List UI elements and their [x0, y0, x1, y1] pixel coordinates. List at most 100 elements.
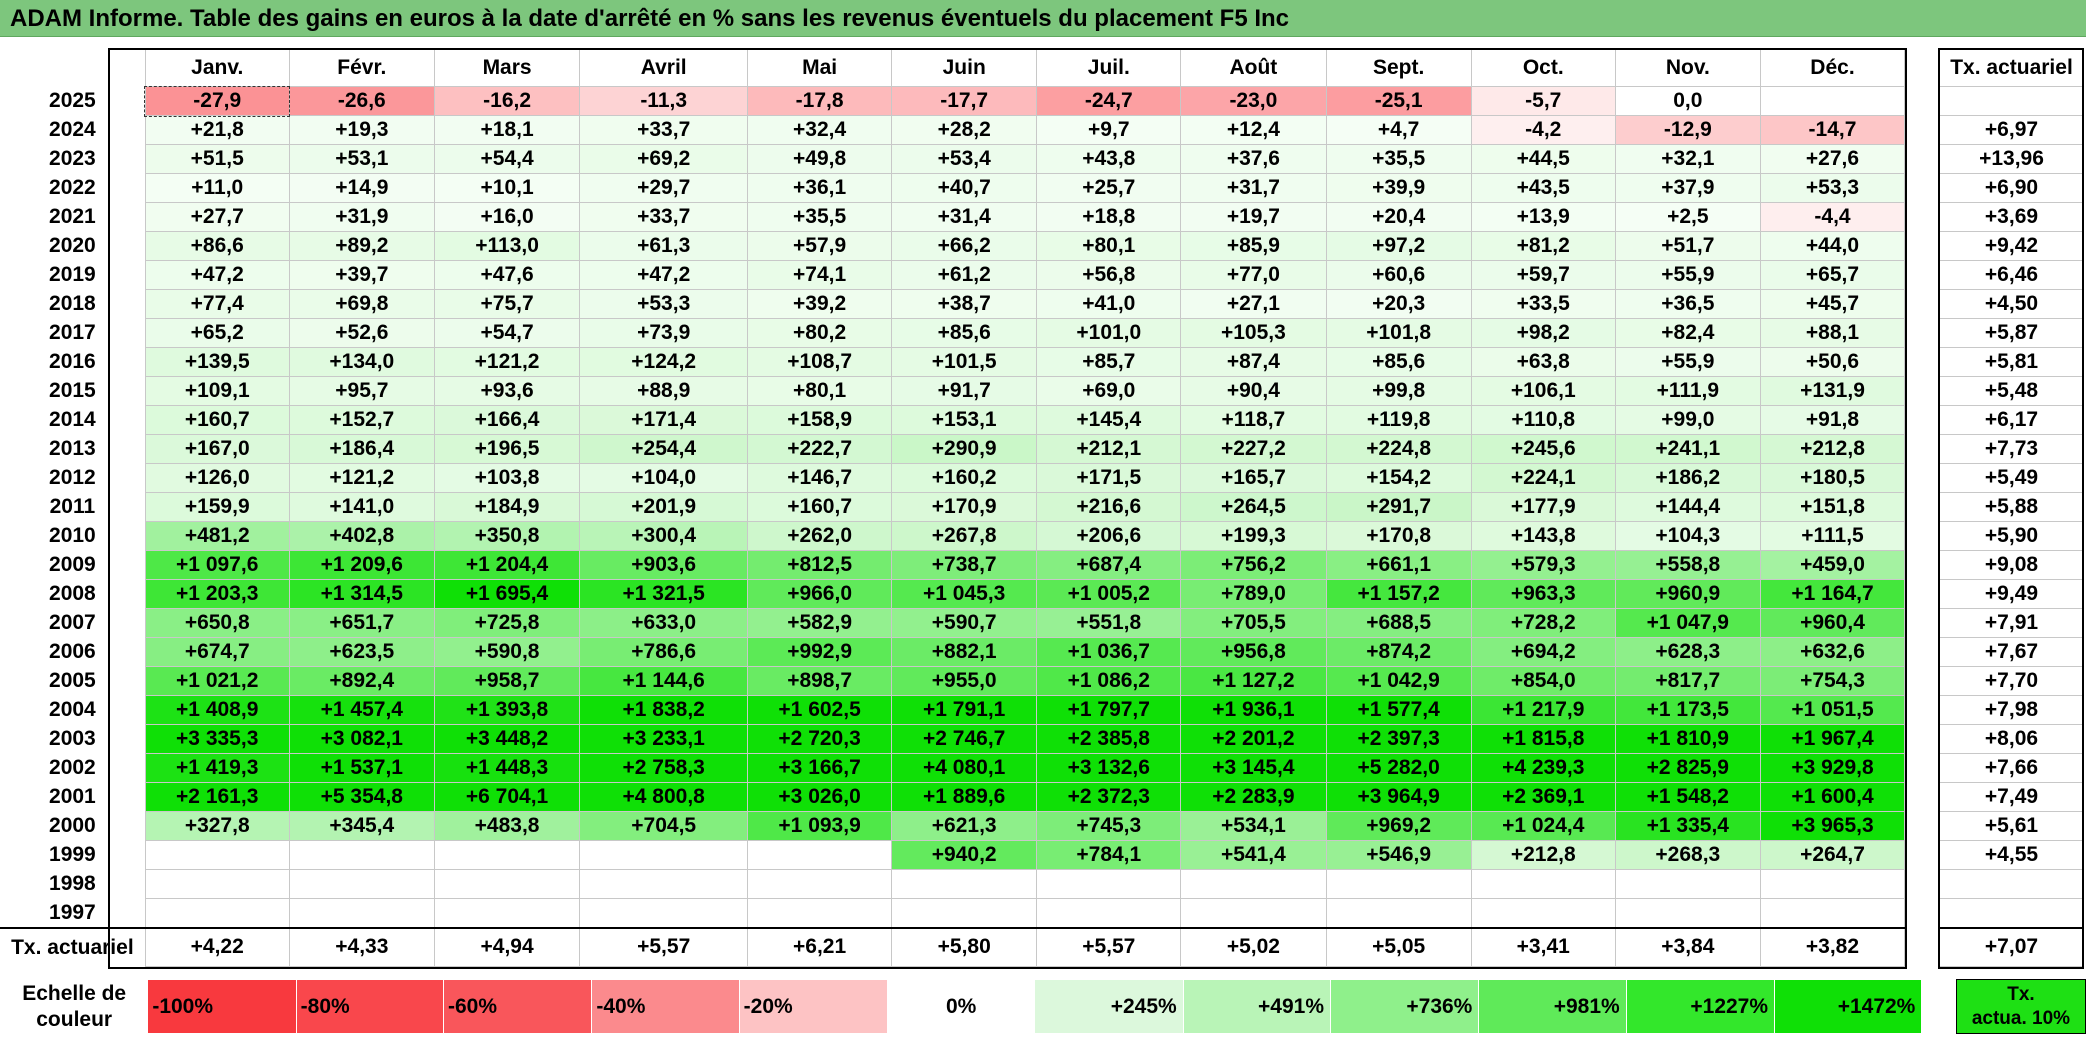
- gain-cell: +1 047,9: [1614, 608, 1761, 638]
- rate-cell: +13,96: [1939, 144, 2084, 174]
- gain-cell: +111,5: [1759, 521, 1906, 551]
- gain-cell: +39,9: [1325, 173, 1472, 203]
- rate-cell: +3,69: [1939, 202, 2084, 232]
- gain-cell: +33,7: [579, 115, 749, 145]
- gain-cell: +1 936,1: [1180, 695, 1327, 725]
- year-label: 2018: [49, 292, 96, 315]
- gain-cell: +267,8: [891, 521, 1038, 551]
- month-header: Mars: [433, 48, 581, 87]
- gain-cell: +1 408,9: [144, 695, 290, 725]
- gain-cell: +3 929,8: [1759, 753, 1906, 783]
- gain-cell: +1 164,7: [1759, 579, 1906, 609]
- rate-cell: +8,06: [1939, 724, 2084, 754]
- gain-cell: [1759, 898, 1906, 928]
- gain-cell: [288, 840, 435, 870]
- gain-cell: +2 161,3: [144, 782, 290, 812]
- total-cell: +5,57: [1036, 926, 1182, 967]
- gain-cell: +158,9: [747, 405, 893, 435]
- gain-cell: +590,8: [433, 637, 581, 667]
- gain-cell: +224,8: [1325, 434, 1472, 464]
- gain-cell: +2 385,8: [1036, 724, 1182, 754]
- gain-cell: +1 335,4: [1614, 811, 1761, 841]
- gain-cell: +36,5: [1614, 289, 1761, 319]
- gain-cell: +80,1: [1036, 231, 1182, 261]
- side-header-row: Tx. actuariel: [1939, 48, 2084, 87]
- gain-cell: +2 720,3: [747, 724, 893, 754]
- gain-cell: +66,2: [891, 231, 1038, 261]
- gain-cell: [1325, 898, 1472, 928]
- gain-cell: +166,4: [433, 405, 581, 435]
- gain-cell: -12,9: [1614, 115, 1761, 145]
- month-header: Juil.: [1036, 48, 1182, 87]
- year-label: 2022: [49, 176, 96, 199]
- gain-cell: +903,6: [579, 550, 749, 580]
- gain-cell: +109,1: [144, 376, 290, 406]
- gain-cell: +3 082,1: [288, 724, 435, 754]
- gain-cell: +1 457,4: [288, 695, 435, 725]
- totals-label: Tx. actuariel: [0, 926, 146, 967]
- gain-cell: +534,1: [1180, 811, 1327, 841]
- gain-cell: +170,8: [1325, 521, 1472, 551]
- gain-cell: +19,3: [288, 115, 435, 145]
- gain-cell: +60,6: [1325, 260, 1472, 290]
- rate-cell: +5,88: [1939, 492, 2084, 522]
- gain-cell: [433, 898, 581, 928]
- gain-cell: +47,2: [579, 260, 749, 290]
- gain-cell: +2 283,9: [1180, 782, 1327, 812]
- gain-cell: +32,1: [1614, 144, 1761, 174]
- scale-label-line2: couleur: [36, 1007, 113, 1031]
- gain-cell: +1 810,9: [1614, 724, 1761, 754]
- rate-cell: [1939, 86, 2084, 116]
- gain-cell: [288, 869, 435, 899]
- gain-cell: [288, 898, 435, 928]
- scale-label: Echelle de couleur: [0, 979, 149, 1034]
- rate-cell: +6,46: [1939, 260, 2084, 290]
- gain-cell: +171,5: [1036, 463, 1182, 493]
- gain-cell: +1 093,9: [747, 811, 893, 841]
- gain-cell: +254,4: [579, 434, 749, 464]
- scale-rate-swatch: Tx. actua. 10%: [1955, 979, 2086, 1034]
- gain-cell: +88,9: [579, 376, 749, 406]
- gain-cell: +29,7: [579, 173, 749, 203]
- gain-cell: [1759, 86, 1906, 116]
- gain-cell: +1 045,3: [891, 579, 1038, 609]
- gain-cell: +650,8: [144, 608, 290, 638]
- gain-cell: +1 791,1: [891, 695, 1038, 725]
- gain-cell: +85,7: [1036, 347, 1182, 377]
- gain-cell: +165,7: [1180, 463, 1327, 493]
- year-label: 2013: [49, 437, 96, 460]
- gain-cell: +85,9: [1180, 231, 1327, 261]
- gain-cell: +1 889,6: [891, 782, 1038, 812]
- gain-cell: +85,6: [1325, 347, 1472, 377]
- gain-cell: +38,7: [891, 289, 1038, 319]
- gain-cell: +1 024,4: [1470, 811, 1616, 841]
- gain-cell: -17,8: [747, 86, 893, 116]
- scale-step: +491%: [1182, 979, 1332, 1034]
- gain-cell: +63,8: [1470, 347, 1616, 377]
- gain-cell: [144, 898, 290, 928]
- table-row: 2003 +3 335,3 +3 082,1 +3 448,2 +3 233,1 +2 7…: [0, 724, 1906, 754]
- gain-cell: +1 600,4: [1759, 782, 1906, 812]
- gain-cell: +5 282,0: [1325, 753, 1472, 783]
- gain-cell: +1 203,3: [144, 579, 290, 609]
- gain-cell: +898,7: [747, 666, 893, 696]
- gain-cell: +241,1: [1614, 434, 1761, 464]
- scale-step: +1227%: [1625, 979, 1776, 1034]
- gain-cell: +39,7: [288, 260, 435, 290]
- year-label: 2001: [49, 785, 96, 808]
- gain-cell: +82,4: [1614, 318, 1761, 348]
- gain-cell: +2 397,3: [1325, 724, 1472, 754]
- gain-cell: +108,7: [747, 347, 893, 377]
- scale-step: -100%: [147, 979, 297, 1034]
- gain-cell: +756,2: [1180, 550, 1327, 580]
- side-total-row: +7,07: [1939, 926, 2084, 967]
- gain-cell: +227,2: [1180, 434, 1327, 464]
- gain-cell: +745,3: [1036, 811, 1182, 841]
- side-row: +5,88: [1939, 492, 2084, 522]
- scale-label-line1: Echelle de: [22, 981, 127, 1005]
- gain-cell: -25,1: [1325, 86, 1472, 116]
- gain-cell: +186,2: [1614, 463, 1761, 493]
- gain-cell: +28,2: [891, 115, 1038, 145]
- rate-cell: +5,49: [1939, 463, 2084, 493]
- side-row: +6,46: [1939, 260, 2084, 290]
